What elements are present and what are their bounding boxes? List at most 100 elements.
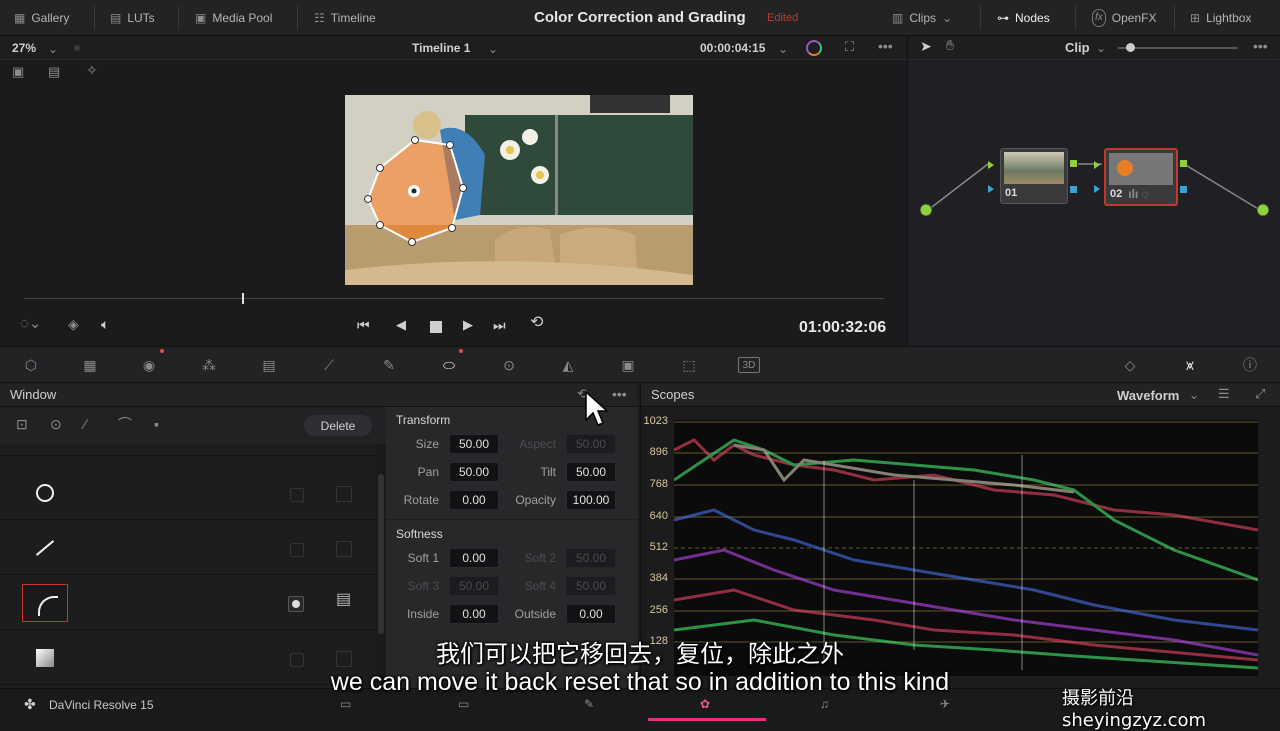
timeline-name[interactable]: Timeline 1 [412, 41, 470, 55]
gallery-button[interactable]: ▦ Gallery [14, 9, 69, 27]
invert-toggle[interactable] [288, 596, 304, 612]
zoom-slider-handle[interactable] [1126, 43, 1135, 52]
node-input-green[interactable] [1094, 161, 1100, 169]
key-icon[interactable]: ▣ [617, 355, 639, 375]
node-output-blue[interactable] [1180, 186, 1187, 193]
add-square-icon[interactable]: ⊡ [16, 417, 28, 431]
expand-icon[interactable]: ⤢ [1255, 387, 1265, 400]
viewer-mode-icon[interactable]: ◌⌄ [20, 316, 41, 331]
add-gradient-icon[interactable]: ▪ [154, 417, 159, 431]
size-field[interactable]: 50.00 [449, 434, 499, 454]
play-reverse-icon[interactable]: ◀ [396, 318, 406, 331]
pan-field[interactable]: 50.00 [449, 462, 499, 482]
more-options-icon[interactable]: ••• [1253, 39, 1268, 53]
clips-button[interactable]: ▥ Clips ⌄ [892, 9, 952, 27]
chevron-down-icon[interactable]: ⌄ [1189, 389, 1199, 401]
stop-icon[interactable] [430, 321, 442, 333]
deliver-page-icon[interactable]: ✈ [940, 698, 950, 710]
node-output-green[interactable] [1070, 160, 1077, 167]
zoom-level[interactable]: 27% [12, 41, 36, 55]
curve-window-button[interactable] [22, 584, 68, 622]
color-wheels-icon[interactable]: ◉ [138, 355, 160, 375]
invert-toggle[interactable] [290, 488, 304, 502]
luts-button[interactable]: ▤ LUTs [110, 9, 155, 27]
list-item-curve[interactable]: ▤ [0, 576, 376, 630]
node-input-green[interactable] [988, 161, 994, 169]
node-output-green[interactable] [1180, 160, 1187, 167]
fairlight-page-icon[interactable]: ♫ [820, 698, 829, 710]
sizing-icon[interactable]: ⬚ [678, 355, 700, 375]
soft3-field[interactable]: 50.00 [449, 576, 499, 596]
delete-button[interactable]: Delete [304, 415, 372, 436]
mask-toggle[interactable] [336, 541, 352, 557]
list-item-line[interactable] [0, 521, 376, 575]
list-item[interactable] [0, 434, 376, 456]
split-view-icon[interactable]: ▤ [48, 65, 60, 78]
rgb-mixer-icon[interactable]: ⁂ [198, 355, 220, 375]
layers-icon[interactable]: ◈ [68, 317, 79, 331]
info-icon[interactable]: ⓘ [1239, 355, 1261, 375]
mediapool-icon[interactable]: ◇ [1119, 355, 1141, 375]
mask-toggle[interactable] [336, 486, 352, 502]
outside-field[interactable]: 0.00 [566, 604, 616, 624]
tilt-field[interactable]: 50.00 [566, 462, 616, 482]
node-02[interactable]: 02 ılı ◌ [1104, 148, 1178, 206]
soft2-field[interactable]: 50.00 [566, 548, 616, 568]
chevron-down-icon[interactable]: ⌄ [488, 43, 498, 55]
chevron-down-icon[interactable]: ⌄ [1096, 42, 1106, 54]
color-match-icon[interactable]: ▦ [79, 355, 101, 375]
opacity-field[interactable]: 100.00 [566, 490, 616, 510]
edit-page-icon[interactable]: ✎ [584, 698, 594, 710]
more-options-icon[interactable]: ••• [878, 39, 893, 53]
skip-back-icon[interactable]: ⏮︎ [357, 318, 370, 332]
add-curve-icon[interactable]: ⌒ [118, 417, 132, 431]
tracker-icon[interactable]: ⊙ [498, 355, 520, 375]
rotate-field[interactable]: 0.00 [449, 490, 499, 510]
timeline-button[interactable]: ☷ Timeline [314, 9, 376, 27]
loop-icon[interactable]: ⟲ [530, 315, 543, 331]
camera-raw-icon[interactable]: ⬡ [20, 355, 42, 375]
fullscreen-icon[interactable]: ⛶ [845, 40, 854, 53]
aspect-field[interactable]: 50.00 [566, 434, 616, 454]
openfx-button[interactable]: fx OpenFX [1092, 9, 1156, 27]
curves-icon[interactable]: ⟋ [318, 355, 340, 375]
motion-effects-icon[interactable]: ▤ [258, 355, 280, 375]
media-pool-button[interactable]: ▣ Media Pool [195, 9, 272, 27]
chevron-down-icon[interactable]: ⌄ [778, 43, 788, 55]
zoom-slider[interactable] [1118, 47, 1238, 49]
blur-icon[interactable]: ◭ [557, 355, 579, 375]
qualifier-icon[interactable]: ✎ [378, 355, 400, 375]
single-view-icon[interactable]: ▣ [12, 65, 24, 78]
skip-forward-icon[interactable]: ⏭︎ [493, 318, 506, 332]
add-circle-icon[interactable]: ⊙ [50, 417, 62, 431]
cut-page-icon[interactable]: ▭ [458, 698, 469, 710]
mask-icon[interactable]: ▤ [336, 592, 351, 608]
node-input-blue[interactable] [988, 185, 994, 193]
play-icon[interactable]: ▶ [463, 318, 473, 331]
scopes-icon[interactable]: ⩙ [1179, 355, 1201, 375]
list-item-circle[interactable] [0, 466, 376, 520]
invert-toggle[interactable] [290, 543, 304, 557]
soft1-field[interactable]: 0.00 [449, 548, 499, 568]
pointer-icon[interactable]: ➤ [920, 39, 932, 53]
linear-window-button[interactable] [22, 529, 68, 567]
scrubber-track[interactable] [24, 298, 884, 299]
node-editor[interactable]: ➤ ✋︎ Clip ⌄ ••• 01 02 ılı ◌ [907, 36, 1280, 346]
chevron-down-icon[interactable]: ⌄ [48, 43, 58, 55]
add-line-icon[interactable]: ⁄ [84, 417, 86, 431]
scope-type-select[interactable]: Waveform [1117, 388, 1179, 403]
node-output-blue[interactable] [1070, 186, 1077, 193]
soft4-field[interactable]: 50.00 [566, 576, 616, 596]
hand-icon[interactable]: ✋︎ [946, 38, 954, 52]
playhead[interactable] [242, 293, 244, 304]
node-mode[interactable]: Clip [1065, 40, 1090, 55]
scope-settings-icon[interactable]: ☰ [1218, 387, 1230, 400]
color-wheel-icon[interactable] [806, 40, 822, 56]
media-page-icon[interactable]: ▭ [340, 698, 351, 710]
speaker-icon[interactable]: 🔈︎ [101, 317, 109, 331]
color-page-icon[interactable]: ✿ [700, 698, 710, 710]
more-options-icon[interactable]: ••• [612, 387, 627, 401]
window-icon[interactable]: ⬭ [438, 355, 460, 375]
3d-icon[interactable]: 3D [738, 357, 760, 373]
nodes-button[interactable]: ⊶ Nodes [997, 9, 1050, 27]
